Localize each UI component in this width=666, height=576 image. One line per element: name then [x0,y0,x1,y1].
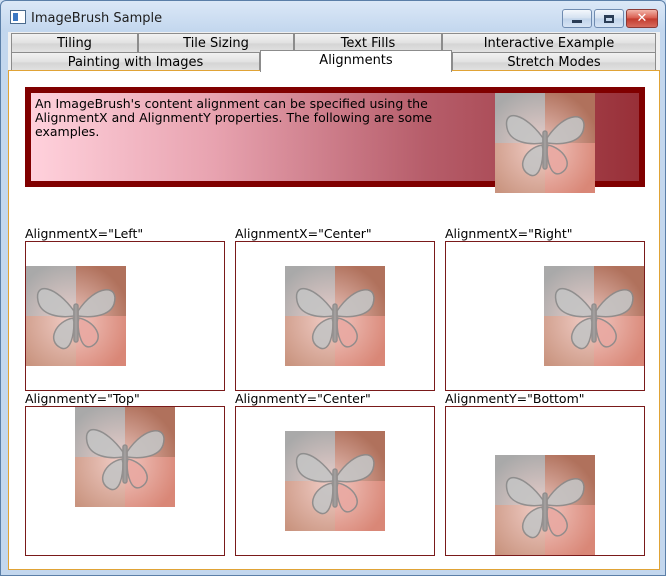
minimize-icon [572,20,582,23]
butterfly-image [75,407,175,507]
application-window: ImageBrush Sample ✕ Tiling Tile Sizing T… [0,0,666,576]
example-alignmenty-center [235,406,435,556]
tab-row-2: Painting with Images Alignments Stretch … [11,50,656,72]
minimize-button[interactable] [562,9,592,28]
butterfly-image [285,266,385,366]
label-alignmentx-left: AlignmentX="Left" [25,226,144,241]
tab-alignments[interactable]: Alignments [260,50,452,72]
tab-content-alignments: An ImageBrush's content alignment can be… [8,70,660,570]
window-title: ImageBrush Sample [31,11,163,26]
example-alignmenty-bottom [445,406,645,556]
label-alignmentx-right: AlignmentX="Right" [445,226,573,241]
butterfly-image [26,266,126,366]
maximize-button[interactable] [594,9,624,28]
description-text: An ImageBrush's content alignment can be… [35,96,433,139]
butterfly-image [544,266,644,366]
client-area: Tiling Tile Sizing Text Fills Interactiv… [8,32,660,570]
butterfly-image [495,455,595,555]
tab-interactive-example[interactable]: Interactive Example [442,33,656,53]
label-alignmenty-bottom: AlignmentY="Bottom" [445,391,585,406]
butterfly-image [495,93,595,193]
label-alignmentx-center: AlignmentX="Center" [235,226,372,241]
caption-buttons: ✕ [560,9,658,28]
example-alignmentx-center [235,241,435,391]
tab-painting-with-images[interactable]: Painting with Images [11,52,260,72]
example-alignmentx-right [445,241,645,391]
butterfly-image [285,431,385,531]
tab-stretch-modes[interactable]: Stretch Modes [452,52,656,72]
maximize-icon [604,14,614,23]
example-alignmentx-left [25,241,225,391]
tab-tiling[interactable]: Tiling [11,33,138,53]
description-banner: An ImageBrush's content alignment can be… [25,87,645,187]
example-alignmenty-top [25,406,225,556]
close-icon: ✕ [636,11,648,26]
label-alignmenty-top: AlignmentY="Top" [25,391,140,406]
close-button[interactable]: ✕ [626,9,658,28]
label-alignmenty-center: AlignmentY="Center" [235,391,371,406]
title-bar[interactable]: ImageBrush Sample ✕ [1,1,665,33]
window-app-icon [10,10,26,24]
